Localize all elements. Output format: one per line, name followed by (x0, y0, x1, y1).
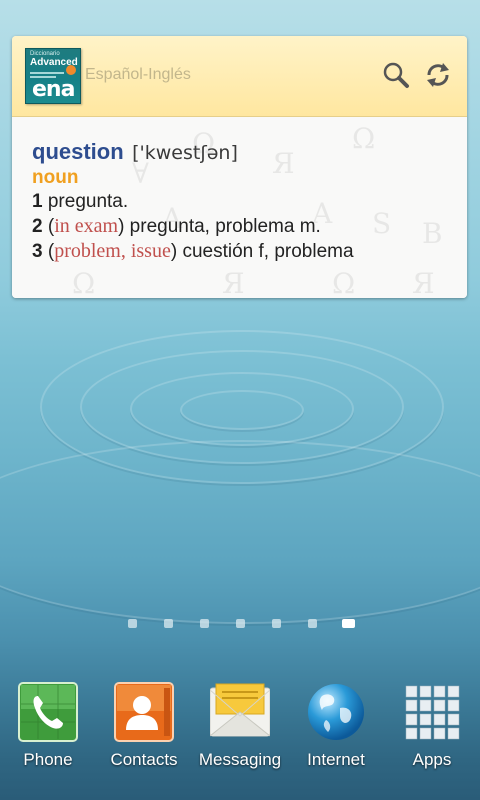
widget-body[interactable]: ∀ Ω Я A S B A Ω Я Ω Я Ω question ['kwest… (12, 117, 467, 298)
dictionary-widget[interactable]: Diccionario Advanced ena Español-Inglés (12, 36, 467, 298)
widget-title: Español-Inglés (85, 66, 191, 83)
page-dot[interactable] (200, 619, 209, 628)
phone-icon[interactable] (18, 682, 78, 742)
sense-3: 3 (problem, issue) cuestión f, problema (32, 240, 354, 262)
refresh-icon[interactable] (423, 60, 453, 90)
search-icon[interactable] (381, 60, 411, 90)
page-dot-active[interactable] (342, 619, 355, 628)
messaging-icon[interactable] (209, 682, 271, 742)
app-label: Phone (23, 750, 73, 769)
pronunciation: ['kwestʃən] (132, 142, 238, 164)
app-internet[interactable]: Internet (288, 670, 384, 770)
page-dot[interactable] (164, 619, 173, 628)
page-dot[interactable] (128, 619, 137, 628)
app-messaging[interactable]: Messaging (192, 670, 288, 770)
app-label: Apps (412, 750, 452, 769)
globe-icon[interactable] (306, 682, 366, 742)
app-drawer[interactable]: Apps (384, 670, 480, 770)
page-indicator (0, 617, 480, 631)
part-of-speech: noun (32, 167, 79, 188)
app-label: Messaging (198, 750, 282, 769)
page-dot[interactable] (308, 619, 317, 628)
sense-2: 2 (in exam) pregunta, problema m. (32, 215, 321, 237)
app-phone[interactable]: Phone (0, 670, 96, 770)
headword: question (32, 139, 124, 164)
sense-context: in exam (54, 215, 119, 237)
apps-grid-icon[interactable] (402, 682, 462, 742)
contacts-icon[interactable] (114, 682, 174, 742)
dictionary-book-cover[interactable]: Diccionario Advanced ena (25, 48, 81, 104)
app-label: Contacts (110, 750, 178, 769)
dictionary-entry: question ['kwestʃən] noun 1 pregunta. 2 … (32, 139, 455, 263)
page-dot[interactable] (272, 619, 281, 628)
page-dot[interactable] (236, 619, 245, 628)
app-contacts[interactable]: Contacts (96, 670, 192, 770)
app-dock: Phone Contacts Messaging Internet Apps (0, 670, 480, 800)
book-cover-abbr: ena (32, 77, 75, 102)
sense-1: 1 pregunta. (32, 191, 129, 212)
app-label: Internet (307, 750, 365, 769)
sense-context: problem, issue (54, 240, 171, 262)
widget-header: Diccionario Advanced ena Español-Inglés (12, 36, 467, 117)
